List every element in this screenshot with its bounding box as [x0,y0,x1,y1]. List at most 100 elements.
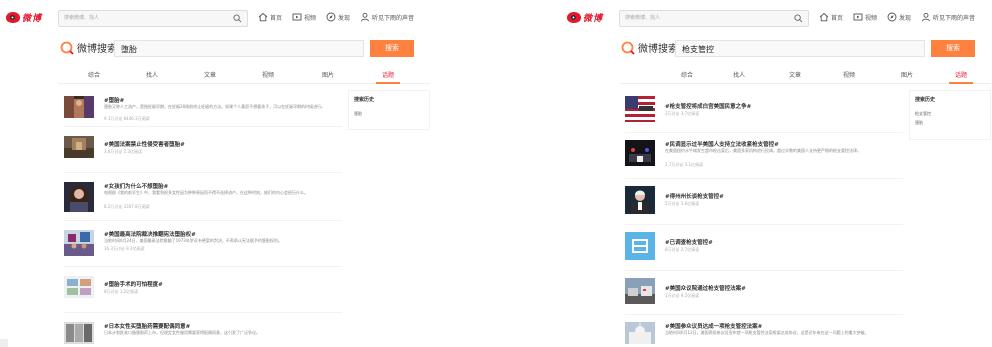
top-nav: 首页 视频 发现 听见下雨的声音 [258,12,414,22]
weibo-eye-icon [567,12,581,23]
tab-comprehensive[interactable]: 综合 [88,70,100,79]
result-title[interactable]: #美国法案禁止性侵受害者堕胎# [104,140,185,148]
left-search-window: 微博 搜索微博、找人 首页 视频 发现 听见下雨的声音 微博搜索 堕胎 搜索 综… [0,0,430,347]
weibo-logo[interactable]: 微博 [567,11,603,24]
nav-video-label: 视频 [304,14,317,22]
top-search-placeholder: 搜索微博、找人 [625,15,661,21]
result-title[interactable]: #堕胎# [104,96,124,104]
top-nav: 首页 视频 发现 听见下雨的声音 [819,12,975,22]
top-search-input[interactable]: 搜索微博、找人 [58,10,248,27]
result-meta: 8.2万讨论 3307.8万阅读 [104,204,150,209]
top-search-input[interactable]: 搜索微博、找人 [619,10,809,27]
nav-discover-label: 发现 [899,14,912,22]
result-description: 日本计划批准口服堕胎药上市，但规定女性服用需要获得配偶同意，这引发了广泛争议。 [104,330,260,335]
result-description: 电视剧《我的前半生》中，我看到很多女性因为种种原因而不得不选择流产。在这种时刻，… [104,190,308,195]
weibo-logo[interactable]: 微博 [6,11,42,24]
nav-home-label: 首页 [270,14,283,22]
result-title[interactable]: #女孩们为什么不想堕胎# [104,182,168,190]
weibo-search-icon [60,41,74,55]
result-thumbnail [64,96,94,118]
result-divider [64,266,342,267]
result-meta: 8万讨论 1.2亿阅读 [104,289,139,294]
compass-icon [887,12,897,22]
scrollbar-corner[interactable] [0,339,8,347]
result-divider [625,224,903,225]
history-title: 搜索历史 [354,97,375,103]
user-icon [922,12,930,22]
nav-home[interactable]: 首页 [258,12,282,22]
history-item[interactable]: 枪支管控 [915,111,931,117]
result-title[interactable]: #得州州长谈枪支管控# [665,192,724,200]
main-search-input[interactable]: 堕胎 [114,40,364,57]
nav-video[interactable]: 视频 [853,12,877,22]
nav-video[interactable]: 视频 [292,12,316,22]
search-button[interactable]: 搜索 [931,40,975,57]
nav-home[interactable]: 首页 [819,12,843,22]
brand-text: 微博搜索 [638,44,678,55]
result-description: 在美国纽约水牛城发生超市枪击案后，美国多家机构进行民调，超过半数的美国人支持更严… [665,148,861,153]
result-title[interactable]: #美国参众议员达成一项枪支管控法案# [665,322,762,330]
history-item[interactable]: 堕胎 [354,111,362,117]
right-search-window: 微博 搜索微博、找人 首页 视频 发现 听见下雨的声音 微博搜索 枪支管控 搜索… [561,0,992,347]
search-brand: 微博搜索 [60,40,117,55]
results-list: #枪支管控将成白宫美国民意之争# 3万讨论 3.7亿阅读 #民调显示过半美国人支… [619,90,903,347]
search-query: 枪支管控 [682,45,714,54]
search-query: 堕胎 [121,45,137,54]
result-meta: 3万讨论 3.7亿阅读 [665,111,700,116]
nav-home-label: 首页 [831,14,844,22]
result-thumbnail [64,276,94,298]
search-history-panel: 搜索历史 堕胎 [348,90,430,130]
nav-profile[interactable]: 听见下雨的声音 [921,12,975,22]
search-history-panel: 搜索历史 枪支管控 堕胎 [909,90,991,140]
active-tab-underline [376,82,400,84]
nav-discover[interactable]: 发现 [887,12,911,22]
compass-icon [326,12,336,22]
logo-text: 微博 [22,14,43,24]
result-divider [625,132,903,133]
tab-videos[interactable]: 视频 [843,70,855,79]
result-meta: 3.6万讨论 2.3亿阅读 [104,149,142,154]
result-thumbnail [625,186,655,214]
tab-articles[interactable]: 文章 [789,70,801,79]
search-button[interactable]: 搜索 [370,40,414,57]
tab-topics[interactable]: 话题 [382,70,394,79]
result-title[interactable]: #枪支管控将成白宫美国民意之争# [665,102,751,110]
result-title[interactable]: #美国最高法院裁决推翻宪法堕胎权# [104,230,196,238]
tab-comprehensive[interactable]: 综合 [681,70,693,79]
result-title[interactable]: #日本女性买堕胎药需要配偶同意# [104,322,190,330]
nav-profile[interactable]: 听见下雨的声音 [360,12,414,22]
tab-users[interactable]: 找人 [733,70,745,79]
result-divider [625,178,903,179]
result-divider [625,270,903,271]
history-item[interactable]: 堕胎 [915,120,923,126]
tab-images[interactable]: 图片 [322,70,334,79]
result-meta: 16.3万讨论 9.2亿阅读 [104,246,145,251]
result-divider [64,220,342,221]
search-row: 微博搜索 枪支管控 搜索 [561,40,992,58]
brand-text: 微博搜索 [77,44,117,55]
user-icon [361,12,369,22]
result-title[interactable]: #已调查枪支管控# [665,238,713,246]
results-list: #堕胎# 堕胎又称人工流产，是指妊娠早期，在妊娠28周前终止妊娠的方法。如果个人… [58,90,342,347]
nav-discover[interactable]: 发现 [326,12,350,22]
result-thumbnail [625,232,655,260]
result-divider [64,126,342,127]
result-meta: 8万讨论 2.7亿阅读 [665,247,700,252]
logo-text: 微博 [583,14,604,24]
search-icon[interactable] [794,14,803,23]
result-title[interactable]: #民调显示过半美国人支持立法收紧枪支管控# [665,140,779,148]
tab-videos[interactable]: 视频 [262,70,274,79]
result-divider [64,312,342,313]
main-search-input[interactable]: 枪支管控 [675,40,925,57]
tab-topics[interactable]: 话题 [955,70,967,79]
nav-profile-label: 听见下雨的声音 [933,14,976,22]
nav-discover-label: 发现 [338,14,351,22]
result-title[interactable]: #美国众议院通过枪支管控法案# [665,284,746,292]
result-title[interactable]: #堕胎手术的可怕程度# [104,280,163,288]
home-icon [258,12,268,22]
result-tabs: 综合 找人 文章 视频 图片 话题 [58,68,430,84]
search-icon[interactable] [233,14,242,23]
tab-users[interactable]: 找人 [146,70,158,79]
tab-articles[interactable]: 文章 [204,70,216,79]
tab-images[interactable]: 图片 [901,70,913,79]
